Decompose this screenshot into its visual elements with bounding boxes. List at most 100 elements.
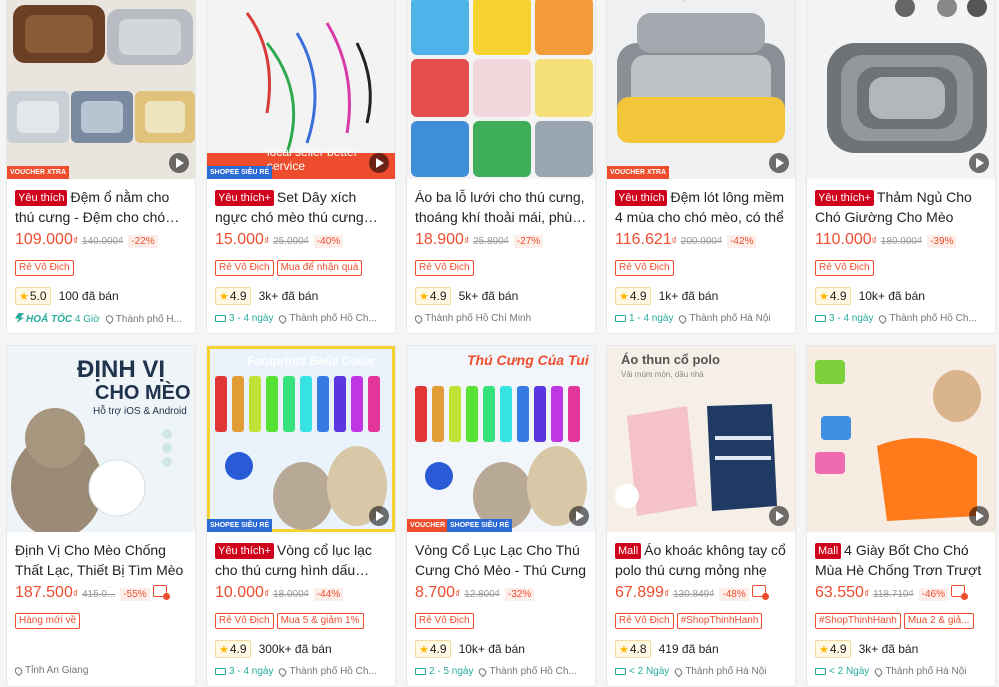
price-row: 8.700₫ 12.800₫ -32% [415, 584, 587, 606]
rating-badge: ★ 4.9 [815, 640, 851, 658]
product-image[interactable] [807, 0, 995, 179]
collar-image [407, 346, 595, 532]
product-card[interactable]: local seller better service SHOPEE SIÊU … [206, 0, 396, 334]
sold-count: 10k+ đã bán [858, 289, 925, 303]
promo-chips: Rẻ Vô Địch [415, 257, 587, 277]
original-price: 25.800₫ [473, 236, 509, 247]
price-row: 10.000₫ 18.000₫ -44% [215, 584, 387, 606]
product-card[interactable]: Yêu thích+ Thảm Ngủ Cho Chó Giường Cho Mè… [806, 0, 996, 334]
price-row: 63.550₫ 118.710₫ -46% [815, 584, 987, 606]
product-image[interactable]: VOUCHER XTRA [7, 0, 195, 179]
rating-row: ★ 4.9 10k+ đã bán [815, 287, 987, 305]
express-badge: HOẢ TỐC 4 Giờ [15, 313, 100, 325]
sold-count: 300k+ đã bán [258, 642, 332, 656]
product-card[interactable]: Footprints Bells Collar SHOPEE SIÊU RẺ Y… [206, 345, 396, 687]
promo-chip: Hàng mới về [15, 613, 81, 629]
product-image[interactable]: Thú Cưng Của Tui VOUCHER XTRA SHOPEE SIÊU… [407, 346, 595, 532]
product-title[interactable]: Yêu thích+ Vòng cổ lục lạc cho thú cưng h… [215, 540, 387, 580]
product-title[interactable]: Áo ba lỗ lưới cho thú cưng, thoáng khí t… [415, 187, 587, 227]
sold-count: 1k+ đã bán [658, 289, 719, 303]
corner-badge: VOUCHER XTRA [7, 166, 70, 179]
play-video-icon[interactable] [769, 506, 789, 526]
product-title[interactable]: Mall Áo khoác không tay cổ polo thú cưng … [615, 540, 787, 580]
shop-location: Thành phố Hồ Ch... [289, 666, 377, 677]
pet-bed-image [7, 0, 195, 179]
sold-count: 100 đã bán [58, 289, 119, 303]
truck-icon [815, 668, 826, 675]
promo-chip: Rẻ Vô Địch [415, 613, 474, 629]
original-price: 415.0... [81, 589, 116, 600]
product-card[interactable]: Áo ba lỗ lưới cho thú cưng, thoáng khí t… [406, 0, 596, 334]
delivery-time: 3 - 4 ngày [815, 313, 873, 324]
product-image[interactable]: Footprints Bells Collar SHOPEE SIÊU RẺ [207, 346, 395, 532]
product-card[interactable]: HẠ PET STORE VOUCHER XTRA Yêu thíchĐệm l… [606, 0, 796, 334]
truck-icon [215, 315, 226, 322]
play-video-icon[interactable] [169, 153, 189, 173]
product-card[interactable]: Mall 4 Giày Bốt Cho Chó Mùa Hè Chống Trơn… [806, 345, 996, 687]
shop-tag: Yêu thích+ [215, 190, 274, 206]
discount-badge: -44% [313, 588, 344, 601]
delivery-time: < 2 Ngày [815, 666, 869, 677]
location-pin-icon [103, 313, 115, 325]
play-video-icon[interactable] [569, 506, 589, 526]
original-price: 140.000₫ [81, 236, 124, 247]
promo-chips: Rẻ Vô Địch [415, 610, 587, 630]
image-subheading: Vải mùm mòn, dầu nhà [621, 370, 704, 379]
promo-chips: Hàng mới về [15, 610, 187, 630]
shop-tag: Yêu thích [15, 190, 68, 206]
sold-count: 3k+ đã bán [858, 642, 919, 656]
promo-chip: #ShopThinhHanh [815, 613, 901, 629]
product-grid: VOUCHER XTRA Yêu thích Đệm ổ nằm cho thú … [0, 0, 999, 687]
discount-badge: -39% [927, 235, 957, 248]
promo-chips: Rẻ Vô Địch Mua 5 & giảm 1% [215, 610, 387, 630]
play-video-icon[interactable] [369, 506, 389, 526]
star-icon: ★ [819, 290, 829, 303]
product-image[interactable]: Áo thun cổ polo Vải mùm mòn, dầu nhà [607, 346, 795, 532]
location-pin-icon [873, 666, 885, 677]
rating-row: ★ 4.9 3k+ đã bán [815, 640, 987, 658]
rating-row: ★ 4.9 5k+ đã bán [415, 287, 587, 305]
product-title[interactable]: Định Vị Cho Mèo Chống Thất Lạc, Thiết Bị… [15, 540, 187, 580]
product-image[interactable] [807, 346, 995, 532]
truck-icon [615, 668, 626, 675]
product-title[interactable]: Vòng Cổ Lục Lạc Cho Thú Cưng Chó Mèo - T… [415, 540, 587, 580]
product-title[interactable]: Yêu thích+ Set Dây xích ngực chó mèo thú … [215, 187, 387, 227]
product-image[interactable]: local seller better service SHOPEE SIÊU … [207, 0, 395, 179]
product-title[interactable]: Yêu thích Đệm ổ nằm cho thú cưng - Đệm ch… [15, 187, 187, 227]
location-pin-icon [673, 666, 685, 677]
delivery-time: 2 - 5 ngày [415, 666, 473, 677]
original-price: 200.000₫ [680, 236, 723, 247]
play-video-icon[interactable] [969, 153, 989, 173]
rating-badge: ★ 5.0 [15, 287, 51, 305]
location-pin-icon [677, 313, 689, 324]
star-icon: ★ [219, 643, 229, 656]
play-video-icon[interactable] [769, 153, 789, 173]
shop-location: Thành phố Hồ Chí Minh [425, 313, 532, 324]
promo-chips: #ShopThinhHanh Mua 2 & giả... [815, 610, 987, 630]
rating-badge: ★ 4.9 [215, 287, 251, 305]
pet-bed-image [607, 0, 795, 179]
discount-badge: -27% [513, 235, 544, 248]
discount-badge: -22% [128, 235, 158, 248]
product-title[interactable]: Yêu thích+ Thảm Ngủ Cho Chó Giường Cho Mè… [815, 187, 987, 227]
play-video-icon[interactable] [369, 153, 389, 173]
shop-location: Thành phố Hà Nội [885, 666, 967, 677]
image-caption: Thú Cưng Của Tui [467, 352, 589, 368]
product-card[interactable]: ĐỊNH VỊ CHO MÈO Hỗ trợ iOS & Android Địn… [6, 345, 196, 687]
product-card[interactable]: Thú Cưng Của Tui VOUCHER XTRA SHOPEE SIÊU… [406, 345, 596, 687]
product-image[interactable] [407, 0, 595, 179]
original-price: 25.000₫ [273, 236, 309, 247]
product-title[interactable]: Mall 4 Giày Bốt Cho Chó Mùa Hè Chống Trơn… [815, 540, 987, 580]
price-row: 110.000₫ 180.000₫ -39% [815, 231, 987, 253]
location-pin-icon [877, 313, 889, 324]
shop-tag: Mall [815, 543, 842, 559]
product-image[interactable]: HẠ PET STORE VOUCHER XTRA [607, 0, 795, 179]
play-video-icon[interactable] [969, 506, 989, 526]
shipping-row: 2 - 5 ngày Thành phố Hồ Ch... [415, 666, 587, 677]
product-title[interactable]: Yêu thích Đệm lót lông mềm 4 mùa cho chó … [615, 187, 787, 227]
product-card[interactable]: Áo thun cổ polo Vải mùm mòn, dầu nhà Mall… [606, 345, 796, 687]
shop-location: Thành phố H... [115, 313, 182, 325]
product-image[interactable]: ĐỊNH VỊ CHO MÈO Hỗ trợ iOS & Android [7, 346, 195, 532]
promo-chip: Rẻ Vô Địch [215, 260, 274, 276]
product-card[interactable]: VOUCHER XTRA Yêu thích Đệm ổ nằm cho thú … [6, 0, 196, 334]
